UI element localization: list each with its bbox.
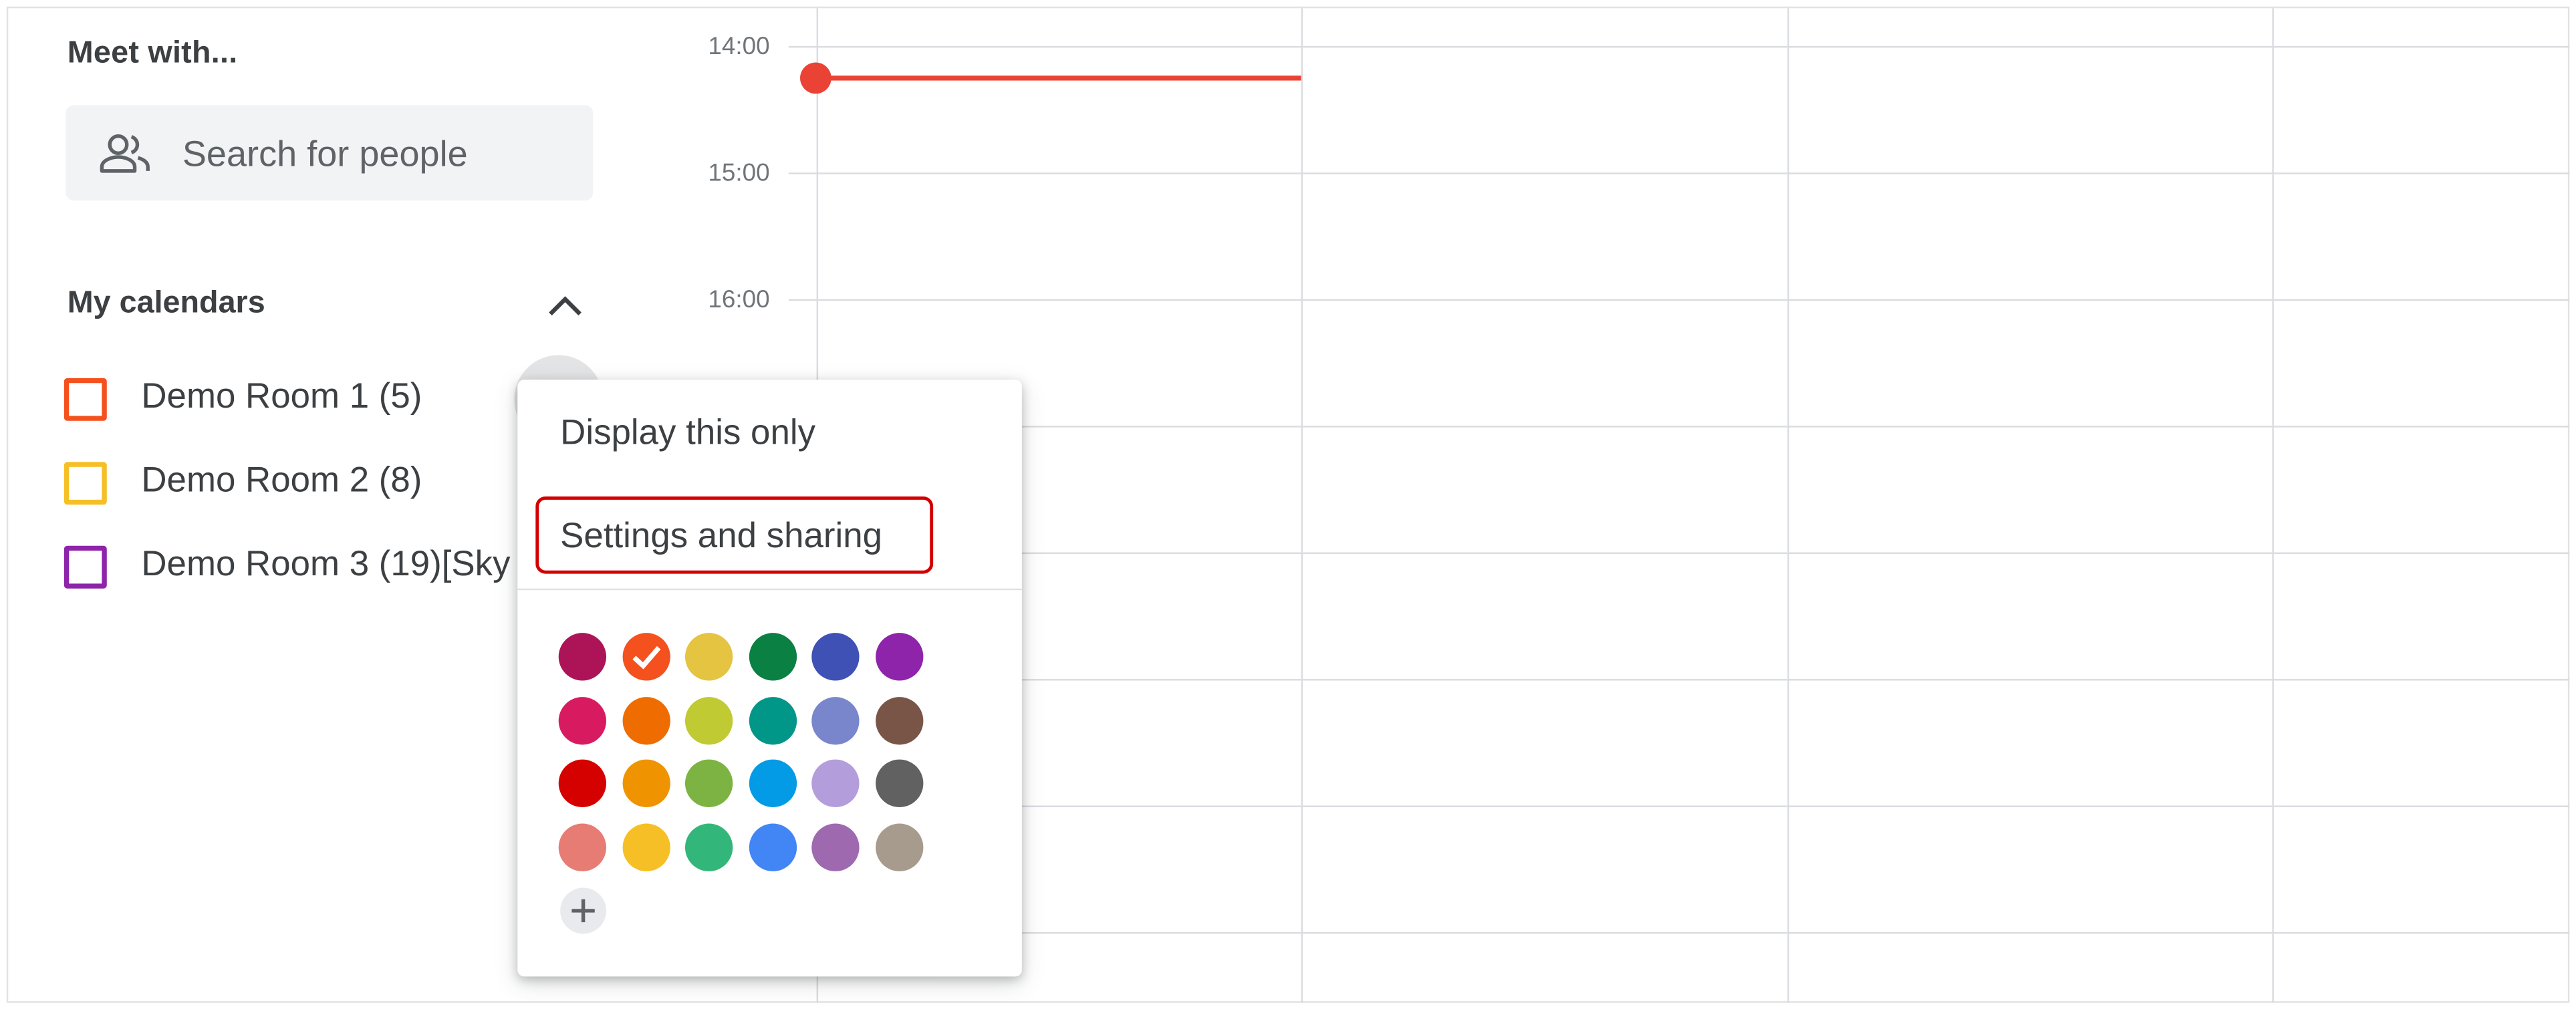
search-placeholder: Search for people [182, 133, 468, 174]
color-swatch[interactable] [812, 760, 860, 808]
calendar-label: Demo Room 1 (5) [141, 376, 422, 416]
calendar-item-demo-room-2[interactable]: Demo Room 2 (8) [62, 458, 539, 515]
color-swatch[interactable] [558, 823, 607, 871]
people-icon [100, 134, 150, 173]
time-label-16: 16:00 [708, 286, 770, 314]
color-swatch[interactable] [558, 633, 607, 681]
calendar-label: Demo Room 2 (8) [141, 460, 422, 500]
current-time-line [815, 76, 1301, 81]
menu-item-settings-and-sharing[interactable]: Settings and sharing [517, 380, 1022, 556]
calendar-options-menu: Display this only Settings and sharing [517, 380, 1022, 977]
calendar-checkbox[interactable] [63, 545, 107, 589]
color-swatch[interactable] [685, 823, 733, 871]
color-swatch[interactable] [558, 760, 607, 808]
menu-divider [517, 588, 1022, 591]
color-swatch[interactable] [876, 760, 924, 808]
color-swatch[interactable] [876, 633, 924, 681]
color-swatch[interactable] [749, 696, 797, 744]
color-swatch[interactable] [749, 633, 797, 681]
color-swatch[interactable] [622, 633, 670, 681]
calendar-grid[interactable] [818, 10, 2566, 1000]
time-label-15: 15:00 [708, 159, 770, 188]
calendar-checkbox[interactable] [63, 462, 107, 505]
calendar-item-demo-room-1[interactable]: Demo Room 1 (5) [62, 375, 539, 431]
current-time-dot [800, 62, 831, 94]
color-swatch[interactable] [622, 760, 670, 808]
check-icon [632, 645, 660, 670]
color-swatch[interactable] [622, 696, 670, 744]
highlight-box [535, 496, 934, 574]
color-swatch[interactable] [558, 696, 607, 744]
color-swatch[interactable] [812, 823, 860, 871]
color-swatch[interactable] [622, 823, 670, 871]
color-swatch[interactable] [749, 760, 797, 808]
calendar-item-demo-room-3[interactable]: Demo Room 3 (19)[Sky [62, 543, 539, 599]
color-swatch[interactable] [685, 633, 733, 681]
meet-with-title: Meet with... [67, 36, 238, 71]
color-swatch[interactable] [876, 823, 924, 871]
my-calendars-title[interactable]: My calendars [68, 286, 265, 322]
search-people-input[interactable]: Search for people [66, 105, 594, 201]
color-swatch[interactable] [685, 696, 733, 744]
add-custom-color-button[interactable] [560, 887, 607, 934]
time-label-14: 14:00 [708, 33, 770, 61]
plus-icon [571, 899, 595, 923]
calendar-label: Demo Room 3 (19)[Sky [141, 544, 511, 584]
color-swatch[interactable] [876, 696, 924, 744]
calendar-checkbox[interactable] [63, 378, 107, 421]
color-swatch[interactable] [812, 696, 860, 744]
color-swatch[interactable] [749, 823, 797, 871]
chevron-up-icon[interactable] [542, 283, 588, 329]
color-swatch[interactable] [812, 633, 860, 681]
color-swatch[interactable] [685, 760, 733, 808]
